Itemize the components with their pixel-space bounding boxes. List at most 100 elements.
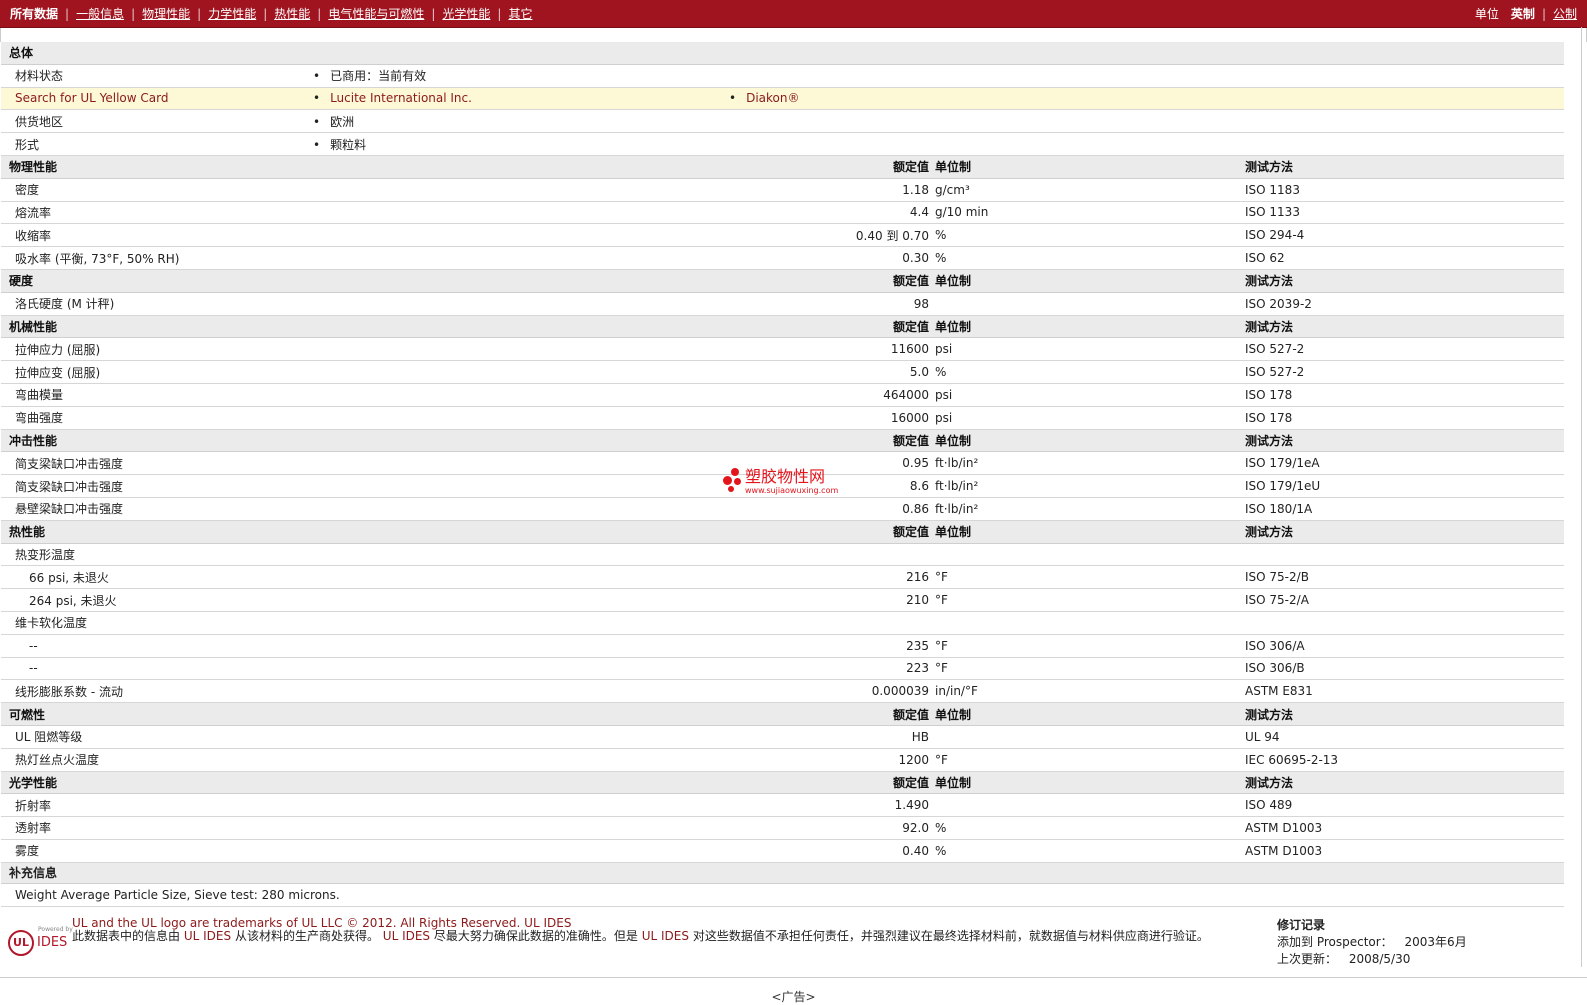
nav-link-6[interactable]: 光学性能 — [442, 5, 490, 22]
ul-ides-link-1[interactable]: UL IDES — [184, 929, 231, 943]
test-method: ISO 306/B — [1241, 657, 1564, 681]
property-name: 热变形温度 — [1, 543, 309, 567]
general-value[interactable]: Lucite International Inc. — [313, 91, 472, 105]
property-name: 拉伸应力 (屈服) — [1, 337, 309, 362]
method-column-header: 测试方法 — [1241, 269, 1564, 293]
property-row: -- 223 °F ISO 306/B — [1, 657, 1564, 681]
general-row[interactable]: Search for UL Yellow Card Lucite Internat… — [1, 87, 1564, 111]
property-unit: ft·lb/in² — [933, 451, 1241, 476]
nav-link-3[interactable]: 力学性能 — [208, 5, 256, 22]
ad-label: <广告> — [771, 989, 816, 1004]
property-unit: % — [933, 360, 1241, 384]
property-value: 0.40 — [725, 839, 933, 863]
row-spacer — [309, 588, 725, 612]
general-value-cell-2 — [725, 109, 1564, 134]
ul-ides-link-3[interactable]: UL IDES — [642, 929, 689, 943]
value-column-header: 额定值 — [725, 269, 933, 293]
property-value: 92.0 — [725, 816, 933, 840]
general-value-2[interactable]: Diakon® — [729, 91, 799, 105]
property-row: 雾度 0.40% ASTM D1003 — [1, 839, 1564, 863]
property-name: 材料状态 — [1, 64, 309, 88]
property-name: 形式 — [1, 132, 309, 156]
property-row: -- 235 °F ISO 306/A — [1, 634, 1564, 658]
property-value: 0.30 — [725, 246, 933, 270]
property-row: 维卡软化温度 — [1, 611, 1564, 635]
ul-ides-link-2[interactable]: UL IDES — [383, 929, 430, 943]
nav-separator: | — [431, 6, 436, 21]
section-spacer — [309, 702, 725, 726]
unit-label: 单位 — [1474, 7, 1499, 21]
property-unit: % — [933, 816, 1241, 840]
property-unit: g/10 min — [933, 201, 1241, 225]
method-column-header: 测试方法 — [1241, 702, 1564, 726]
section-spacer — [309, 155, 725, 179]
value-column-header: 额定值 — [725, 702, 933, 726]
nav-link-2[interactable]: 物理性能 — [142, 5, 190, 22]
unit-imperial-link[interactable]: 英制 — [1511, 5, 1535, 22]
section-spacer — [309, 771, 725, 795]
nav-link-1[interactable]: 一般信息 — [76, 5, 124, 22]
row-spacer — [309, 565, 725, 590]
property-unit: psi — [933, 406, 1241, 430]
value-column-header: 额定值 — [725, 520, 933, 544]
nav-link-0[interactable]: 所有数据 — [10, 5, 58, 22]
property-unit: in/in/°F — [933, 679, 1241, 704]
property-name: 熔流率 — [1, 201, 309, 225]
row-spacer — [309, 611, 725, 635]
revision-updated: 上次更新： 2008/5/30 — [1277, 951, 1579, 968]
nav-separator: | — [131, 6, 136, 21]
property-name: 弯曲强度 — [1, 406, 309, 430]
property-name: 维卡软化温度 — [1, 611, 309, 635]
test-method — [1241, 611, 1564, 635]
section-header: 热性能 额定值 单位制 测试方法 — [1, 520, 1564, 544]
test-method: ISO 75-2/B — [1241, 565, 1564, 590]
watermark-logo-icon — [723, 466, 745, 496]
supplementary-title: 补充信息 — [1, 862, 1564, 884]
watermark-text: 塑胶物性网 — [745, 466, 826, 486]
top-navigation: 所有数据 | 一般信息 | 物理性能 | 力学性能 | 热性能 | 电气性能与可燃性 | 光学性能 | 其它… — [0, 0, 1587, 28]
method-column-header: 测试方法 — [1241, 429, 1564, 453]
unit-separator: | — [1541, 6, 1546, 21]
test-method: ASTM D1003 — [1241, 816, 1564, 840]
nav-link-4[interactable]: 热性能 — [274, 5, 310, 22]
vertical-scrollbar[interactable] — [1581, 27, 1585, 967]
test-method: UL 94 — [1241, 725, 1564, 749]
property-unit: psi — [933, 383, 1241, 407]
row-spacer — [309, 748, 725, 772]
unit-column-header: 单位制 — [933, 771, 1241, 795]
test-method: ISO 527-2 — [1241, 360, 1564, 384]
general-value: 已商用：当前有效 — [313, 69, 426, 83]
section-header: 光学性能 额定值 单位制 测试方法 — [1, 771, 1564, 795]
general-value: 欧洲 — [313, 115, 354, 129]
nav-link-7[interactable]: 其它 — [508, 5, 532, 22]
nav-separator: | — [317, 6, 322, 21]
ul-ides-logo[interactable]: UL IDES Powered by — [8, 917, 73, 969]
disclaimer-part: 从该材料的生产商处获得。 — [234, 928, 379, 943]
property-row: 熔流率 4.4 g/10 min ISO 1133 — [1, 201, 1564, 225]
section-title: 热性能 — [1, 520, 309, 544]
property-name: 简支梁缺口冲击强度 — [1, 474, 309, 498]
unit-metric-link[interactable]: 公制 — [1553, 5, 1577, 22]
method-column-header: 测试方法 — [1241, 315, 1564, 339]
row-spacer — [309, 223, 725, 248]
value-column-header: 额定值 — [725, 315, 933, 339]
general-row: 材料状态已商用：当前有效 — [1, 64, 1564, 88]
property-unit: g/cm³ — [933, 178, 1241, 202]
general-row: 形式颗粒料 — [1, 132, 1564, 156]
test-method: ASTM E831 — [1241, 679, 1564, 704]
section-header: 硬度 额定值 单位制 测试方法 — [1, 269, 1564, 293]
property-row: 吸水率 (平衡, 73°F, 50% RH) 0.30% ISO 62 — [1, 246, 1564, 270]
section-header: 可燃性 额定值 单位制 测试方法 — [1, 702, 1564, 726]
row-spacer — [309, 383, 725, 407]
revision-title: 修订记录 — [1277, 917, 1326, 932]
test-method: ISO 178 — [1241, 383, 1564, 407]
property-value: 0.86 — [725, 497, 933, 521]
value-column-header: 额定值 — [725, 771, 933, 795]
revision-history: 修订记录 添加到 Prospector： 2003年6月 上次更新： 2008/… — [1267, 917, 1579, 969]
unit-switcher: 单位 英制 | 公制 — [1475, 5, 1577, 22]
test-method: ISO 489 — [1241, 793, 1564, 818]
property-name[interactable]: Search for UL Yellow Card — [1, 87, 309, 111]
property-value: 11600 — [725, 337, 933, 362]
nav-link-5[interactable]: 电气性能与可燃性 — [328, 5, 424, 22]
method-column-header: 测试方法 — [1241, 771, 1564, 795]
